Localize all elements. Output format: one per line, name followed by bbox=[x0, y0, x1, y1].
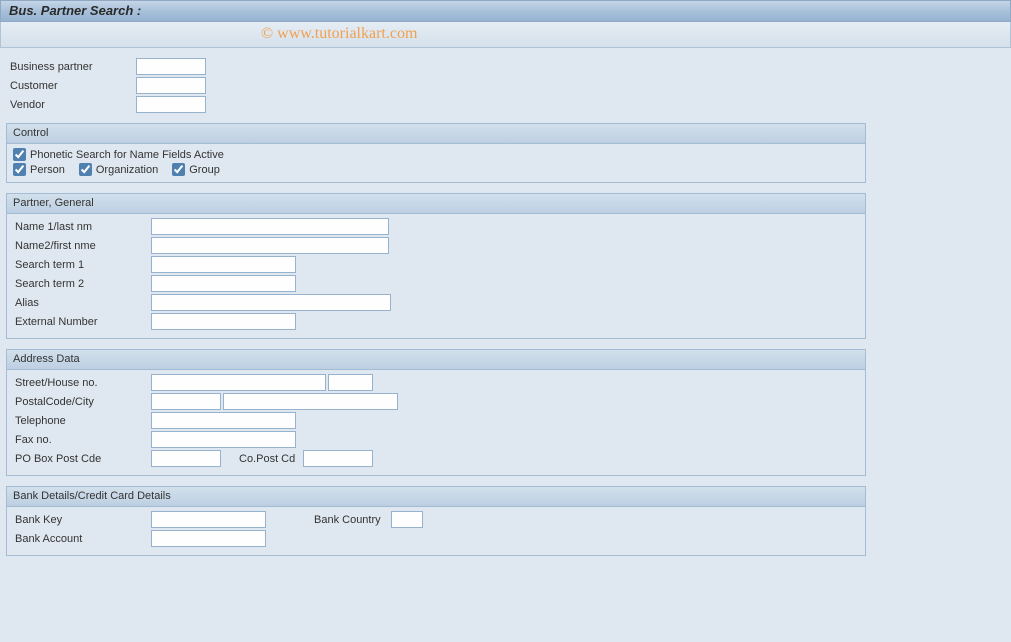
bank-country-label: Bank Country bbox=[314, 514, 381, 526]
postal-label: PostalCode/City bbox=[11, 396, 151, 408]
telephone-input[interactable] bbox=[151, 412, 296, 429]
person-checkbox[interactable] bbox=[13, 163, 26, 176]
organization-label: Organization bbox=[96, 164, 158, 176]
pobox-label: PO Box Post Cde bbox=[11, 453, 151, 465]
business-partner-input[interactable] bbox=[136, 58, 206, 75]
bank-account-input[interactable] bbox=[151, 530, 266, 547]
partner-general-header: Partner, General bbox=[7, 194, 865, 214]
copost-label: Co.Post Cd bbox=[239, 453, 295, 465]
vendor-label: Vendor bbox=[6, 99, 136, 111]
watermark-bar: © www.tutorialkart.com bbox=[0, 22, 1011, 48]
group-label: Group bbox=[189, 164, 220, 176]
content-area: Business partner Customer Vendor Control… bbox=[0, 48, 1011, 566]
name2-label: Name2/first nme bbox=[11, 240, 151, 252]
city-input[interactable] bbox=[223, 393, 398, 410]
copost-input[interactable] bbox=[303, 450, 373, 467]
vendor-input[interactable] bbox=[136, 96, 206, 113]
bank-key-label: Bank Key bbox=[11, 514, 151, 526]
search-term1-label: Search term 1 bbox=[11, 259, 151, 271]
business-partner-label: Business partner bbox=[6, 61, 136, 73]
street-label: Street/House no. bbox=[11, 377, 151, 389]
customer-label: Customer bbox=[6, 80, 136, 92]
bank-header: Bank Details/Credit Card Details bbox=[7, 487, 865, 507]
telephone-label: Telephone bbox=[11, 415, 151, 427]
bank-account-label: Bank Account bbox=[11, 533, 151, 545]
fax-label: Fax no. bbox=[11, 434, 151, 446]
control-group: Control Phonetic Search for Name Fields … bbox=[6, 123, 866, 183]
postal-code-input[interactable] bbox=[151, 393, 221, 410]
page-title: Bus. Partner Search : bbox=[0, 0, 1011, 22]
fax-input[interactable] bbox=[151, 431, 296, 448]
phonetic-label: Phonetic Search for Name Fields Active bbox=[30, 149, 224, 161]
search-term2-input[interactable] bbox=[151, 275, 296, 292]
customer-input[interactable] bbox=[136, 77, 206, 94]
pobox-input[interactable] bbox=[151, 450, 221, 467]
external-number-input[interactable] bbox=[151, 313, 296, 330]
external-number-label: External Number bbox=[11, 316, 151, 328]
address-group: Address Data Street/House no. PostalCode… bbox=[6, 349, 866, 476]
group-checkbox[interactable] bbox=[172, 163, 185, 176]
search-term2-label: Search term 2 bbox=[11, 278, 151, 290]
name1-label: Name 1/last nm bbox=[11, 221, 151, 233]
partner-general-group: Partner, General Name 1/last nm Name2/fi… bbox=[6, 193, 866, 339]
street-input[interactable] bbox=[151, 374, 326, 391]
control-header: Control bbox=[7, 124, 865, 144]
alias-input[interactable] bbox=[151, 294, 391, 311]
bank-country-input[interactable] bbox=[391, 511, 423, 528]
person-label: Person bbox=[30, 164, 65, 176]
bank-group: Bank Details/Credit Card Details Bank Ke… bbox=[6, 486, 866, 556]
phonetic-checkbox[interactable] bbox=[13, 148, 26, 161]
search-term1-input[interactable] bbox=[151, 256, 296, 273]
name1-input[interactable] bbox=[151, 218, 389, 235]
address-header: Address Data bbox=[7, 350, 865, 370]
bank-key-input[interactable] bbox=[151, 511, 266, 528]
house-no-input[interactable] bbox=[328, 374, 373, 391]
name2-input[interactable] bbox=[151, 237, 389, 254]
organization-checkbox[interactable] bbox=[79, 163, 92, 176]
alias-label: Alias bbox=[11, 297, 151, 309]
